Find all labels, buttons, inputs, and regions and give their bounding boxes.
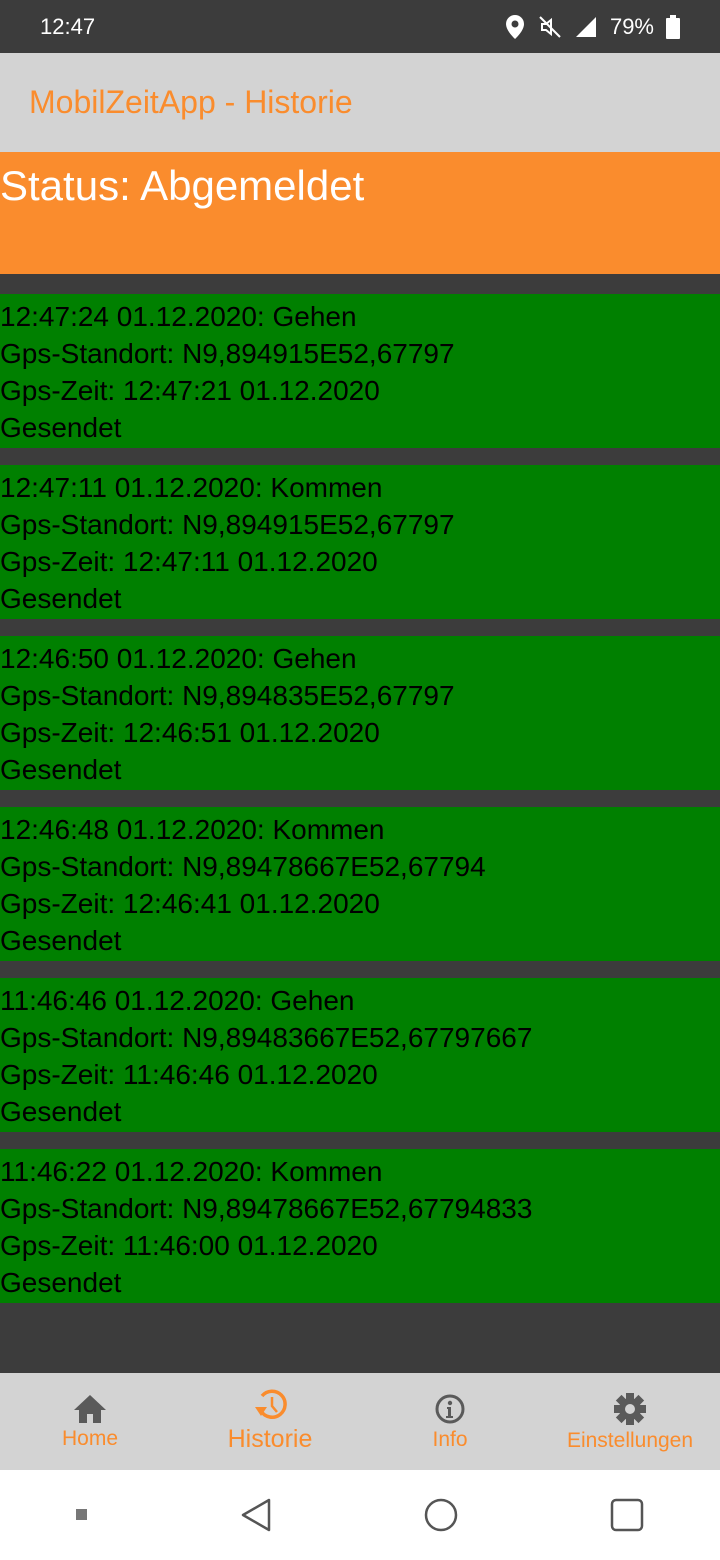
status-bar: 12:47 79% [0, 0, 720, 53]
history-icon [255, 1389, 287, 1419]
entry-header: 12:47:11 01.12.2020: Kommen [0, 472, 383, 503]
entry-state: Gesendet [0, 1267, 122, 1298]
app-bar: MobilZeitApp - Historie [0, 53, 720, 152]
status-text: Status: Abgemeldet [0, 162, 365, 209]
list-item[interactable]: 12:46:50 01.12.2020: Gehen Gps-Standort: … [0, 636, 720, 790]
entry-gps-time: Gps-Zeit: 12:47:11 01.12.2020 [0, 546, 378, 577]
gear-icon [614, 1392, 646, 1425]
tab-label: Historie [227, 1425, 313, 1453]
entry-gps-time: Gps-Zeit: 12:46:51 01.12.2020 [0, 717, 380, 748]
entry-header: 12:46:50 01.12.2020: Gehen [0, 643, 357, 674]
list-item[interactable]: 12:47:24 01.12.2020: Gehen Gps-Standort: … [0, 294, 720, 448]
home-circle-icon[interactable] [423, 1497, 459, 1533]
entry-header: 11:46:22 01.12.2020: Kommen [0, 1156, 383, 1187]
page-title: MobilZeitApp - Historie [29, 84, 353, 120]
location-icon [505, 14, 524, 39]
clock: 12:47 [40, 13, 96, 39]
entry-location: Gps-Standort: N9,89478667E52,67794833 [0, 1193, 533, 1224]
tab-home[interactable]: Home [0, 1373, 180, 1470]
entry-header: 12:47:24 01.12.2020: Gehen [0, 301, 357, 332]
entry-location: Gps-Standort: N9,89478667E52,67794 [0, 851, 486, 882]
entry-state: Gesendet [0, 754, 122, 785]
entry-gps-time: Gps-Zeit: 11:46:46 01.12.2020 [0, 1059, 378, 1090]
tab-label: Info [432, 1427, 468, 1451]
entry-location: Gps-Standort: N9,894915E52,67797 [0, 338, 455, 369]
tab-label: Home [61, 1426, 119, 1450]
list-item[interactable]: 11:46:46 01.12.2020: Gehen Gps-Standort: … [0, 978, 720, 1132]
system-navigation [0, 1470, 720, 1560]
bottom-navigation: Home Historie Info Einstellungen [0, 1373, 720, 1470]
entry-gps-time: Gps-Zeit: 12:47:21 01.12.2020 [0, 375, 380, 406]
tab-historie[interactable]: Historie [180, 1373, 360, 1470]
back-icon[interactable] [239, 1497, 273, 1533]
recents-icon[interactable] [609, 1497, 645, 1533]
list-item[interactable]: 12:47:11 01.12.2020: Kommen Gps-Standort:… [0, 465, 720, 619]
entry-location: Gps-Standort: N9,89483667E52,67797667 [0, 1022, 533, 1053]
info-icon [435, 1394, 465, 1423]
tab-info[interactable]: Info [360, 1373, 540, 1470]
entry-state: Gesendet [0, 412, 122, 443]
entry-header: 11:46:46 01.12.2020: Gehen [0, 985, 355, 1016]
entry-location: Gps-Standort: N9,894835E52,67797 [0, 680, 455, 711]
entry-state: Gesendet [0, 583, 122, 614]
tab-label: Einstellungen [566, 1428, 694, 1452]
entry-location: Gps-Standort: N9,894915E52,67797 [0, 509, 455, 540]
tab-einstellungen[interactable]: Einstellungen [540, 1373, 720, 1470]
entry-state: Gesendet [0, 925, 122, 956]
home-icon [74, 1394, 106, 1423]
entry-header: 12:46:48 01.12.2020: Kommen [0, 814, 385, 845]
entry-gps-time: Gps-Zeit: 12:46:41 01.12.2020 [0, 888, 380, 919]
battery-level: 79% [609, 13, 654, 39]
list-item[interactable]: 12:46:48 01.12.2020: Kommen Gps-Standort:… [0, 807, 720, 961]
entry-state: Gesendet [0, 1096, 122, 1127]
status-banner: Status: Abgemeldet [0, 152, 720, 274]
entry-gps-time: Gps-Zeit: 11:46:00 01.12.2020 [0, 1230, 378, 1261]
list-item[interactable]: 11:46:22 01.12.2020: Kommen Gps-Standort:… [0, 1149, 720, 1303]
history-list: 12:47:24 01.12.2020: Gehen Gps-Standort: … [0, 274, 720, 1303]
lte-signal-icon [575, 16, 596, 37]
battery-icon [666, 14, 680, 39]
mute-icon [539, 15, 561, 38]
menu-dot-icon[interactable] [75, 1508, 89, 1522]
